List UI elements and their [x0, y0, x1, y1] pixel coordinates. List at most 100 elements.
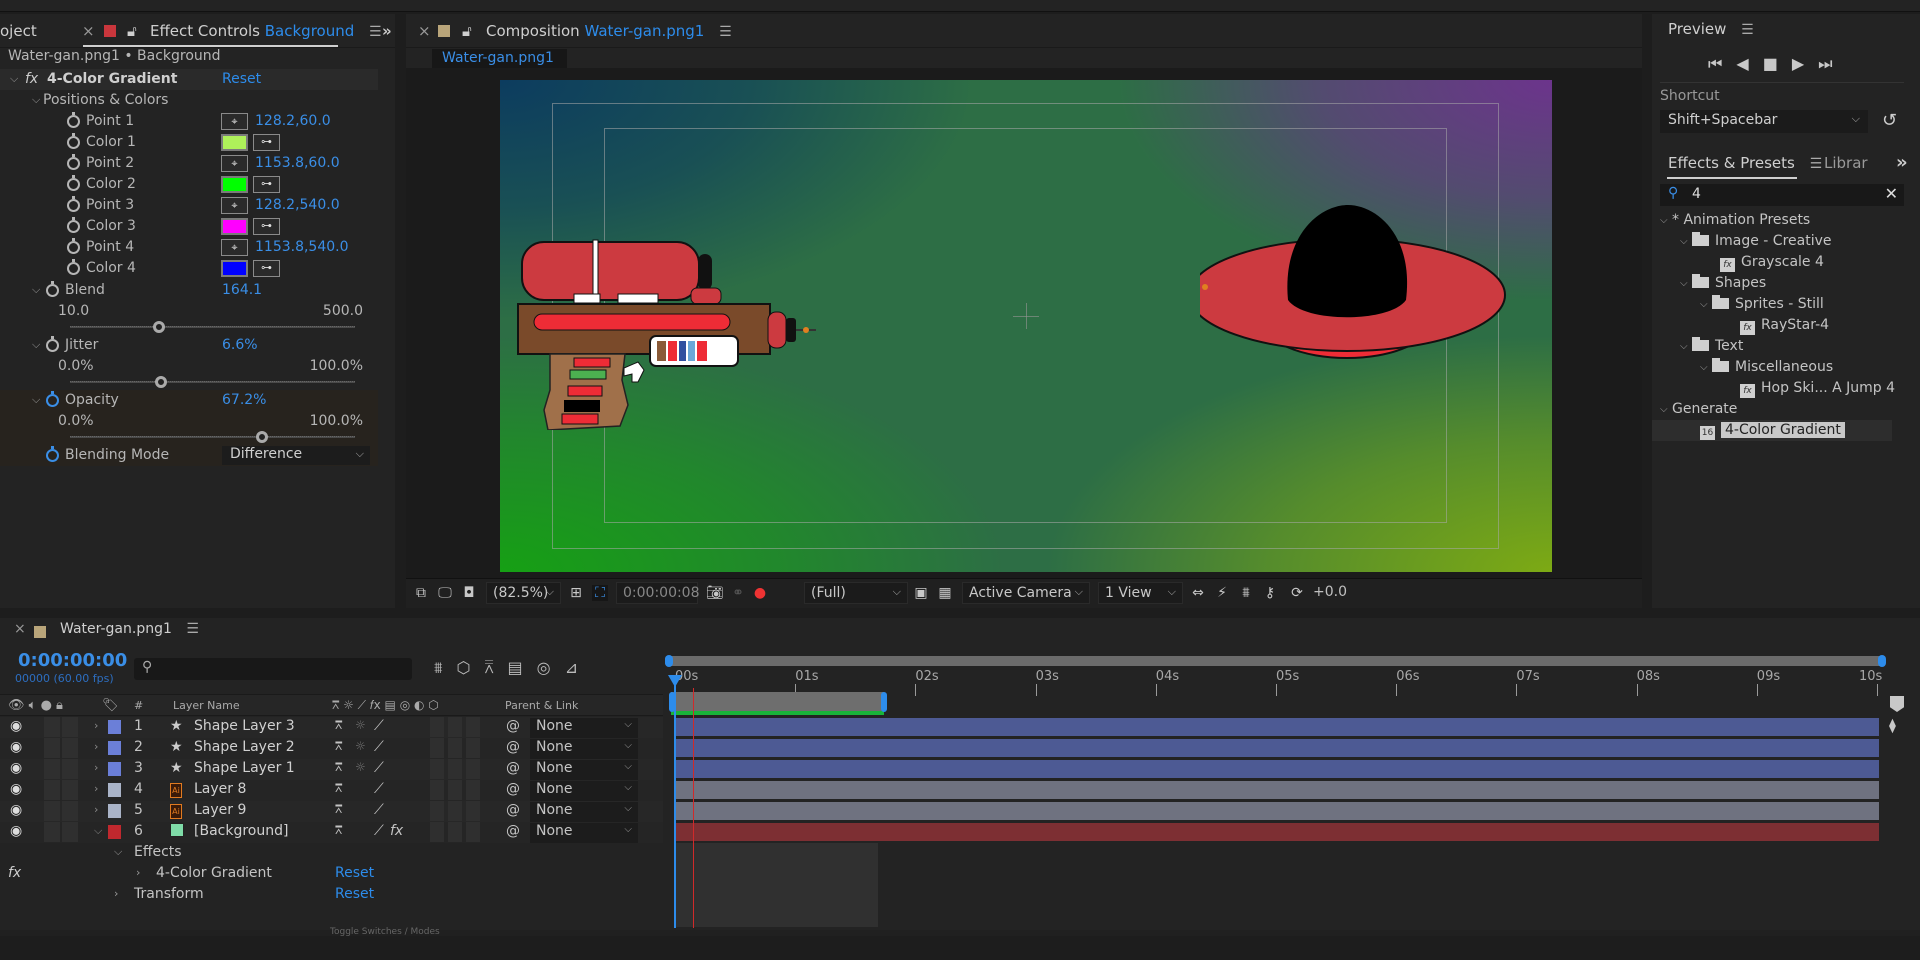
transform-row[interactable]: › Transform Reset — [0, 885, 663, 906]
quality-switch-icon[interactable]: ⟋ — [374, 823, 384, 843]
tree-item-folder[interactable]: ⌵ Shapes — [1652, 273, 1892, 294]
lock-switch[interactable] — [62, 780, 78, 800]
tree-item-preset[interactable]: fx Hop Ski... A Jump 4 — [1652, 378, 1895, 399]
grid-guides-icon[interactable]: ⊞ — [568, 585, 584, 601]
label-color-swatch[interactable] — [108, 825, 121, 839]
time-navigator-end-handle[interactable] — [1878, 655, 1886, 667]
fx-switch-icon[interactable]: fx — [390, 823, 403, 843]
stopwatch-icon[interactable] — [46, 391, 59, 407]
switch-slot[interactable] — [466, 801, 480, 821]
switch-slot[interactable] — [466, 780, 480, 800]
lock-switch[interactable] — [62, 759, 78, 779]
jitter-value[interactable]: 6.6% — [222, 337, 258, 353]
stopwatch-icon[interactable] — [46, 446, 59, 462]
tree-item-category[interactable]: ⌵ * Animation Presets — [1652, 210, 1892, 231]
chevron-down-icon[interactable]: ⌵ — [1680, 336, 1688, 357]
current-timecode[interactable]: 0:00:00:00 — [18, 650, 127, 671]
tab-effect-controls[interactable]: Effect Controls Background ☰ — [150, 22, 382, 40]
shortcut-dropdown[interactable]: Shift+Spacebar ⌵ — [1660, 110, 1868, 133]
panel-menu-icon[interactable]: ☰ — [369, 24, 382, 40]
slider-knob[interactable] — [255, 431, 268, 443]
lock-icon[interactable]: 🔓︎ — [462, 22, 472, 40]
quality-switch-icon[interactable]: ⟋ — [374, 760, 384, 780]
switch-slot[interactable] — [466, 759, 480, 779]
tab-timeline-comp[interactable]: Water-gan.png1 ☰ — [60, 621, 199, 637]
channel-rgb-icon[interactable]: ● — [752, 585, 768, 601]
point-value[interactable]: 128.2,540.0 — [255, 197, 340, 213]
panel-menu-icon[interactable]: ☰ — [719, 24, 732, 40]
current-time-field[interactable]: 0:00:00:08 — [616, 582, 700, 604]
tree-item-effect[interactable]: 16 4-Color Gradient — [1652, 420, 1892, 441]
tab-composition[interactable]: Composition Water-gan.png1 ☰ — [486, 22, 732, 40]
audio-switch[interactable] — [44, 717, 60, 737]
color-swatch[interactable] — [221, 260, 248, 277]
collapse-chevron-icon[interactable]: ⌵ — [10, 72, 18, 86]
graph-editor-icon[interactable]: ⊿ — [565, 658, 592, 677]
switch-slot[interactable] — [430, 738, 444, 758]
tab-effects-presets[interactable]: Effects & Presets ☰ — [1668, 154, 1822, 172]
crosshair-point-icon[interactable]: ⌖ — [221, 113, 248, 130]
next-frame-icon[interactable]: ▶︎ — [1792, 54, 1818, 73]
shy-switch-icon[interactable]: ⩞ — [335, 739, 342, 759]
resolution-dropdown[interactable]: (Full) ⌵ — [804, 582, 908, 604]
close-icon[interactable]: × — [82, 22, 95, 40]
quality-switch-icon[interactable]: ⟋ — [374, 718, 384, 738]
comp-marker-bin-icon[interactable] — [1890, 696, 1904, 712]
stopwatch-icon[interactable] — [67, 196, 80, 212]
effects-group-row[interactable]: ⌵ Effects — [0, 843, 663, 864]
layer-duration-bar[interactable] — [675, 781, 1879, 799]
work-area-bar[interactable] — [671, 692, 884, 712]
switch-slot[interactable] — [448, 822, 462, 842]
parent-dropdown[interactable]: None ⌵ — [530, 739, 638, 759]
slider-knob[interactable] — [153, 321, 166, 333]
shy-switch-icon[interactable]: ⩞ — [335, 760, 342, 780]
shy-switch-icon[interactable]: ⩞ — [335, 781, 342, 801]
switch-slot[interactable] — [466, 738, 480, 758]
layer-duration-bar[interactable] — [675, 802, 1879, 820]
tab-project[interactable]: oject — [0, 22, 37, 40]
exposure-value[interactable]: +0.0 — [1313, 584, 1347, 600]
tree-item-folder[interactable]: ⌵ Image - Creative — [1652, 231, 1892, 252]
pick-whip-icon[interactable]: @ — [506, 739, 520, 759]
layer-search-input[interactable]: ⚲ — [134, 658, 412, 680]
switch-slot[interactable] — [430, 759, 444, 779]
fx-icon[interactable]: fx — [25, 71, 38, 87]
jitter-slider[interactable] — [70, 376, 355, 388]
expand-chevron-icon[interactable]: › — [94, 740, 98, 760]
eyedropper-icon[interactable]: ⊶ — [253, 218, 280, 235]
opacity-value[interactable]: 67.2% — [222, 392, 266, 408]
quality-switch-icon[interactable]: ⟋ — [374, 781, 384, 801]
pick-whip-icon[interactable]: @ — [506, 781, 520, 801]
shy-switch-icon[interactable]: ⩞ — [335, 802, 342, 822]
column-layer-name[interactable]: Layer Name — [173, 699, 240, 712]
panel-menu-icon[interactable]: ☰ — [1741, 22, 1754, 38]
stopwatch-icon[interactable] — [67, 259, 80, 275]
tab-libraries[interactable]: Librar — [1824, 154, 1868, 172]
chevron-down-icon[interactable]: ⌵ — [1680, 231, 1688, 252]
region-of-interest-icon[interactable]: ▣ — [913, 585, 929, 601]
transparency-grid-icon[interactable]: ▦ — [937, 585, 953, 601]
audio-switch[interactable] — [44, 759, 60, 779]
tree-item-folder[interactable]: ⌵ Miscellaneous — [1652, 357, 1892, 378]
collapse-switch-icon[interactable]: ☼ — [355, 760, 366, 780]
parent-dropdown[interactable]: None ⌵ — [530, 781, 638, 801]
switch-slot[interactable] — [448, 801, 462, 821]
shy-layers-icon[interactable]: ⩞ — [485, 658, 508, 677]
audio-switch[interactable] — [44, 780, 60, 800]
layer-name[interactable]: Shape Layer 2 — [194, 739, 295, 759]
fast-previews-icon[interactable]: ⚡︎ — [1214, 585, 1230, 601]
switch-slot[interactable] — [448, 780, 462, 800]
quality-switch-icon[interactable]: ⟋ — [374, 802, 384, 822]
switch-slot[interactable] — [430, 717, 444, 737]
stopwatch-icon[interactable] — [67, 133, 80, 149]
layer-row[interactable]: ◉ › 4 Ai Layer 8 ⩞ ⟋ @ None ⌵ — [0, 780, 663, 801]
stopwatch-icon[interactable] — [46, 281, 59, 297]
collapse-switch-icon[interactable]: ☼ — [355, 739, 366, 759]
visibility-eye-icon[interactable]: ◉ — [10, 760, 22, 780]
positions-colors-group[interactable]: ⌵ Positions & Colors — [0, 90, 378, 111]
panel-menu-icon[interactable]: ☰ — [186, 621, 199, 637]
point-value[interactable]: 1153.8,60.0 — [255, 155, 340, 171]
visibility-eye-icon[interactable]: ◉ — [10, 739, 22, 759]
switch-slot[interactable] — [448, 738, 462, 758]
frame-blending-icon[interactable]: ▤ — [508, 658, 537, 677]
